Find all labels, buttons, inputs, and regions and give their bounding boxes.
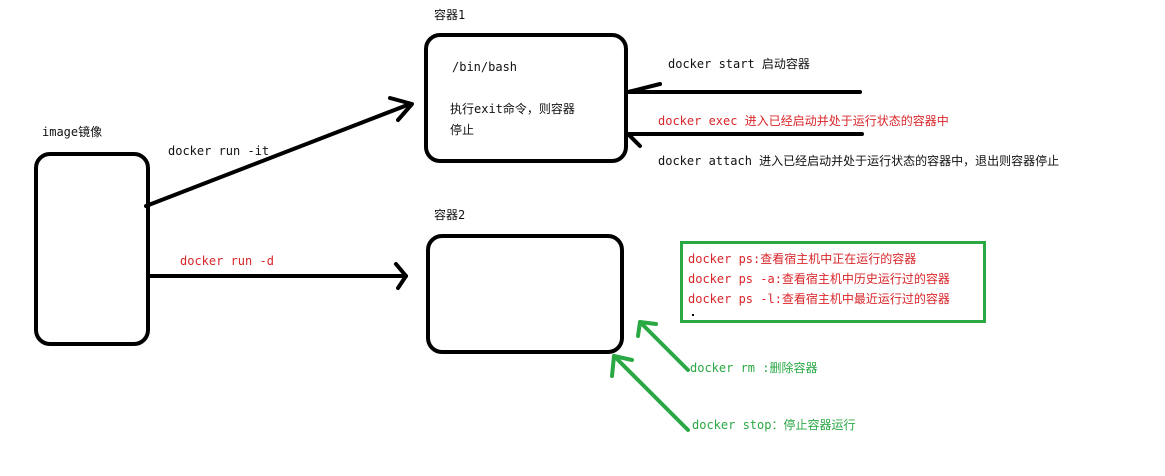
- docker-ps-item: docker ps:查看宿主机中正在运行的容器: [688, 252, 917, 266]
- run-d-label: docker run -d: [180, 254, 274, 268]
- container1-box: [424, 33, 628, 163]
- container1-line1: /bin/bash: [452, 60, 518, 74]
- arrow-rm: [638, 320, 690, 372]
- docker-exec-note: docker exec 进入已经启动并处于运行状态的容器中: [658, 114, 949, 128]
- container1-line2: 执行exit命令，则容器: [450, 102, 575, 116]
- docker-attach-note: docker attach 进入已经启动并处于运行状态的容器中，退出则容器停止: [658, 154, 1060, 168]
- container2-box: [426, 234, 624, 354]
- run-it-label: docker run -it: [168, 144, 270, 158]
- image-label: image镜像: [42, 125, 103, 139]
- container1-title: 容器1: [434, 8, 466, 22]
- container1-line3: 停止: [450, 123, 475, 137]
- docker-ps-item: docker ps -a:查看宿主机中历史运行过的容器: [688, 272, 950, 286]
- docker-stop-note: docker stop：停止容器运行: [692, 418, 856, 432]
- image-box: [34, 152, 150, 346]
- stray-dot: [692, 314, 694, 316]
- container2-title: 容器2: [434, 208, 466, 222]
- arrow-stop: [612, 354, 690, 432]
- docker-start-note: docker start 启动容器: [668, 57, 810, 71]
- docker-ps-item: docker ps -l:查看宿主机中最近运行过的容器: [688, 292, 950, 306]
- docker-rm-note: docker rm :删除容器: [690, 361, 818, 375]
